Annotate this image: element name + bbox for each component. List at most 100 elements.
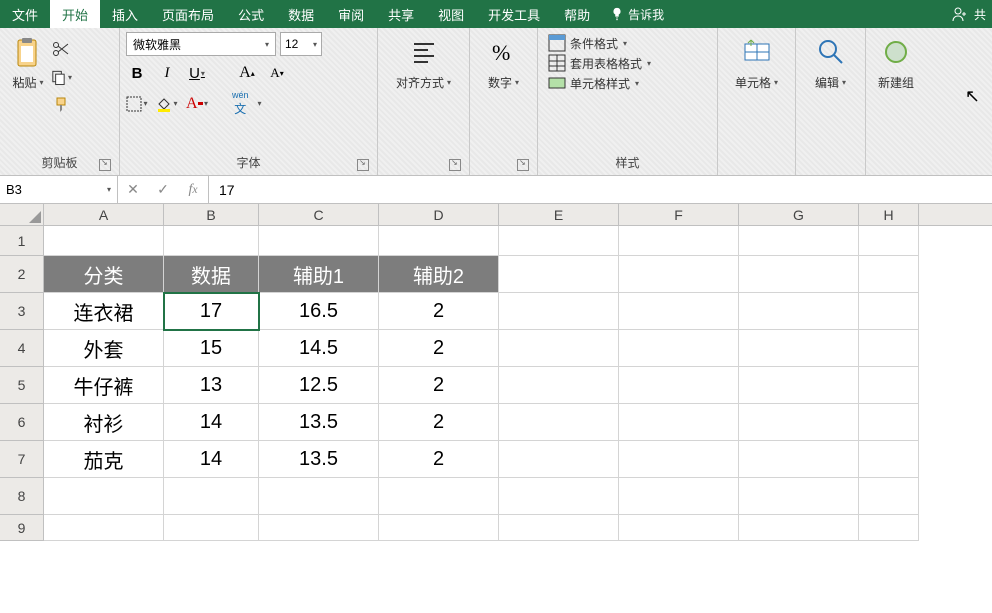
cell[interactable]: 牛仔裤 [44, 367, 164, 404]
cell[interactable] [739, 441, 859, 478]
fill-color-button[interactable]: ▾ [156, 93, 178, 115]
cell[interactable] [619, 404, 739, 441]
col-header[interactable]: A [44, 204, 164, 225]
cell[interactable]: 外套 [44, 330, 164, 367]
cell[interactable] [164, 515, 259, 541]
cell[interactable] [739, 256, 859, 293]
cell[interactable] [44, 478, 164, 515]
cell[interactable] [499, 515, 619, 541]
grow-font-button[interactable]: A▴ [236, 62, 258, 84]
tab-help[interactable]: 帮助 [552, 0, 602, 28]
cell[interactable] [619, 478, 739, 515]
row-header[interactable]: 7 [0, 441, 44, 478]
row-header[interactable]: 1 [0, 226, 44, 256]
formula-input[interactable]: 17 [209, 176, 992, 203]
col-header[interactable]: B [164, 204, 259, 225]
tab-review[interactable]: 审阅 [326, 0, 376, 28]
cell[interactable]: 15 [164, 330, 259, 367]
cells-button[interactable]: 单元格▾ [729, 32, 784, 95]
cell[interactable]: 辅助2 [379, 256, 499, 293]
row-header[interactable]: 2 [0, 256, 44, 293]
tab-layout[interactable]: 页面布局 [150, 0, 226, 28]
row-header[interactable]: 3 [0, 293, 44, 330]
newgroup-button[interactable]: 新建组 [872, 32, 920, 95]
cell[interactable] [859, 367, 919, 404]
cell[interactable]: 14.5 [259, 330, 379, 367]
col-header[interactable]: H [859, 204, 919, 225]
cell[interactable] [859, 226, 919, 256]
underline-button[interactable]: U▾ [186, 62, 208, 84]
tab-dev[interactable]: 开发工具 [476, 0, 552, 28]
cell[interactable]: 14 [164, 404, 259, 441]
cell[interactable]: 数据 [164, 256, 259, 293]
cell[interactable]: 分类 [44, 256, 164, 293]
cell[interactable] [739, 515, 859, 541]
cell[interactable] [619, 367, 739, 404]
bold-button[interactable]: B [126, 62, 148, 84]
cell[interactable] [44, 226, 164, 256]
paste-button[interactable]: 粘贴▾ [6, 32, 50, 95]
border-button[interactable]: ▾ [126, 93, 148, 115]
cell[interactable] [859, 404, 919, 441]
cell[interactable] [619, 441, 739, 478]
cell[interactable] [739, 226, 859, 256]
cell[interactable] [499, 256, 619, 293]
cell[interactable] [44, 515, 164, 541]
cell[interactable]: 2 [379, 293, 499, 330]
cell[interactable] [859, 441, 919, 478]
cell[interactable] [859, 256, 919, 293]
cut-button[interactable] [50, 38, 72, 60]
name-box[interactable]: B3▾ [0, 176, 118, 203]
cell-selected[interactable]: 17 [164, 293, 259, 330]
cell[interactable]: 16.5 [259, 293, 379, 330]
editing-button[interactable]: 编辑▾ [809, 32, 853, 95]
italic-button[interactable]: I [156, 62, 178, 84]
tab-view[interactable]: 视图 [426, 0, 476, 28]
cell[interactable]: 2 [379, 367, 499, 404]
cell[interactable] [619, 226, 739, 256]
phonetic-button[interactable]: wén文 [232, 90, 249, 117]
font-name-select[interactable]: 微软雅黑▾ [126, 32, 276, 56]
align-launcher[interactable] [449, 159, 461, 171]
tab-insert[interactable]: 插入 [100, 0, 150, 28]
row-header[interactable]: 8 [0, 478, 44, 515]
user-add-icon[interactable] [952, 6, 968, 22]
cell[interactable]: 14 [164, 441, 259, 478]
row-header[interactable]: 5 [0, 367, 44, 404]
cell[interactable] [379, 478, 499, 515]
alignment-button[interactable]: 对齐方式▾ [390, 32, 457, 95]
cell[interactable]: 13.5 [259, 441, 379, 478]
shrink-font-button[interactable]: A▾ [266, 62, 288, 84]
tab-data[interactable]: 数据 [276, 0, 326, 28]
cell[interactable] [739, 367, 859, 404]
font-size-select[interactable]: 12▾ [280, 32, 322, 56]
tab-home[interactable]: 开始 [50, 0, 100, 28]
row-header[interactable]: 9 [0, 515, 44, 541]
cell[interactable] [499, 404, 619, 441]
number-button[interactable]: % 数字▾ [482, 32, 526, 95]
cell[interactable] [739, 478, 859, 515]
cell[interactable] [619, 515, 739, 541]
table-format-button[interactable]: 套用表格格式▾ [548, 54, 651, 72]
col-header[interactable]: D [379, 204, 499, 225]
select-all-corner[interactable] [0, 204, 44, 225]
col-header[interactable]: C [259, 204, 379, 225]
cell[interactable] [499, 226, 619, 256]
cell-styles-button[interactable]: 单元格样式▾ [548, 74, 651, 92]
cell[interactable] [499, 441, 619, 478]
number-launcher[interactable] [517, 159, 529, 171]
cell[interactable] [379, 515, 499, 541]
tell-me[interactable]: 告诉我 [610, 6, 664, 23]
cell[interactable] [164, 226, 259, 256]
cell[interactable] [379, 226, 499, 256]
col-header[interactable]: F [619, 204, 739, 225]
cell[interactable] [739, 404, 859, 441]
cell[interactable] [259, 226, 379, 256]
cell[interactable]: 2 [379, 441, 499, 478]
cell[interactable] [499, 367, 619, 404]
cell[interactable] [259, 478, 379, 515]
insert-function-button[interactable]: fx [178, 182, 208, 198]
clipboard-launcher[interactable] [99, 159, 111, 171]
tab-formulas[interactable]: 公式 [226, 0, 276, 28]
accept-formula-button[interactable]: ✓ [148, 181, 178, 198]
